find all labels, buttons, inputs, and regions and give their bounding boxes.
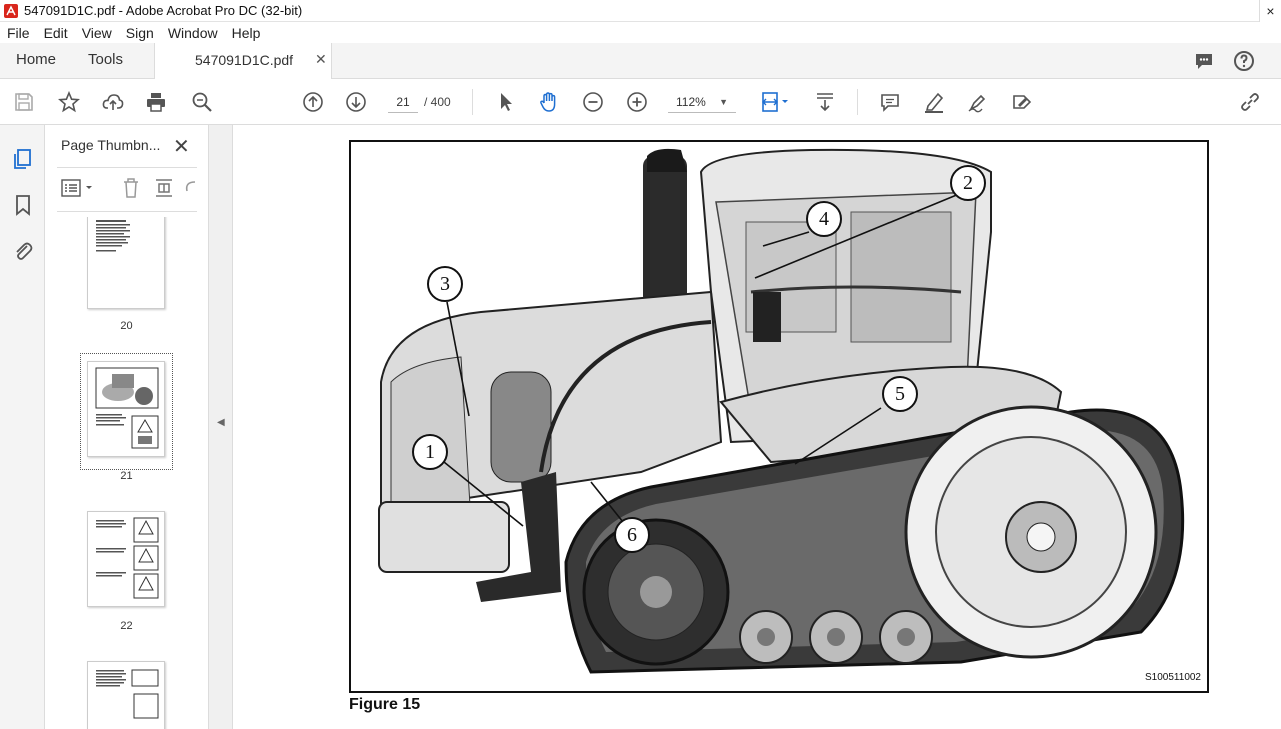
- acrobat-app-icon: [4, 3, 18, 18]
- menu-bar: File Edit View Sign Window Help: [0, 22, 1281, 43]
- menu-help[interactable]: Help: [225, 25, 268, 41]
- zoom-search-icon[interactable]: [190, 90, 214, 114]
- tab-close-icon[interactable]: ✕: [315, 51, 327, 68]
- tab-tools[interactable]: Tools: [88, 51, 123, 68]
- tractor-illustration: [378, 148, 1185, 674]
- fill-sign-icon[interactable]: [1010, 90, 1034, 114]
- fit-page-icon[interactable]: [759, 90, 793, 114]
- close-icon[interactable]: ✕: [173, 134, 190, 159]
- panel-collapse-handle[interactable]: ◀: [208, 125, 233, 729]
- figure-image: 1 2 3 4 5 6 S100511002: [349, 140, 1209, 693]
- panel-divider: [57, 211, 197, 212]
- page-thumbnail-image: [95, 367, 159, 449]
- help-icon[interactable]: [1233, 50, 1255, 72]
- thumbnail-page-number: 22: [120, 620, 133, 632]
- tab-home[interactable]: Home: [16, 51, 56, 68]
- upload-cloud-icon[interactable]: [101, 90, 125, 114]
- chevron-down-icon: ▼: [719, 97, 728, 107]
- figure-code: S100511002: [1145, 672, 1201, 683]
- sign-pen-icon[interactable]: [966, 90, 990, 114]
- options-menu-icon[interactable]: [61, 179, 95, 197]
- callout-3: 3: [427, 266, 463, 302]
- title-bar: 547091D1C.pdf - Adobe Acrobat Pro DC (32…: [0, 0, 1281, 22]
- window-title: 547091D1C.pdf - Adobe Acrobat Pro DC (32…: [24, 3, 303, 18]
- window-close-button[interactable]: ×: [1259, 0, 1281, 22]
- zoom-level-select[interactable]: 112% ▼: [668, 91, 736, 113]
- thumbnail-page[interactable]: [87, 217, 165, 309]
- share-link-icon[interactable]: [1238, 90, 1262, 114]
- menu-view[interactable]: View: [75, 25, 119, 41]
- panel-divider: [57, 167, 197, 168]
- main-toolbar: 21 / 400 112% ▼: [0, 79, 1281, 125]
- callout-2: 2: [950, 165, 986, 201]
- callout-4: 4: [806, 201, 842, 237]
- attachments-icon[interactable]: [11, 239, 35, 263]
- menu-window[interactable]: Window: [161, 25, 225, 41]
- tab-bar: Home Tools 547091D1C.pdf ✕: [0, 43, 1281, 79]
- save-icon[interactable]: [12, 90, 36, 114]
- bookmarks-icon[interactable]: [11, 193, 35, 217]
- zoom-out-icon[interactable]: [581, 90, 605, 114]
- page-thumbnails-icon[interactable]: [11, 147, 35, 171]
- hand-tool-icon[interactable]: [537, 90, 561, 114]
- zoom-level-value: 112%: [676, 95, 706, 109]
- left-navigation-rail: [0, 125, 45, 729]
- highlight-pen-icon[interactable]: [922, 90, 946, 114]
- bookmark-star-icon[interactable]: [57, 90, 81, 114]
- callout-6: 6: [614, 517, 650, 553]
- page-thumbnails-panel: Page Thumbn... ✕ 20 21 22 ▲ ▼: [45, 125, 247, 729]
- tab-document-label: 547091D1C.pdf: [195, 52, 294, 68]
- add-comment-icon[interactable]: [878, 90, 902, 114]
- collapse-arrow-icon[interactable]: ◀: [217, 417, 225, 428]
- panel-title: Page Thumbn...: [61, 137, 161, 153]
- rotate-icon[interactable]: [183, 179, 197, 197]
- thumbnail-page-number: 21: [120, 470, 133, 482]
- extract-pages-icon[interactable]: [153, 177, 175, 199]
- menu-edit[interactable]: Edit: [37, 25, 75, 41]
- delete-icon[interactable]: [121, 177, 141, 199]
- thumbnail-page[interactable]: [87, 361, 165, 457]
- page-thumbnail-image: [96, 220, 130, 252]
- scroll-mode-icon[interactable]: [813, 90, 837, 114]
- document-view: 1 2 3 4 5 6 S100511002 Figure 15: [233, 125, 1281, 729]
- thumbnail-tools: [57, 175, 197, 201]
- page-number-input[interactable]: 21: [388, 91, 418, 113]
- thumbnail-page[interactable]: [87, 661, 165, 729]
- menu-sign[interactable]: Sign: [119, 25, 161, 41]
- callout-5: 5: [882, 376, 918, 412]
- page-thumbnail-image: [96, 517, 159, 599]
- thumbnail-page[interactable]: [87, 511, 165, 607]
- prev-page-icon[interactable]: [301, 90, 325, 114]
- print-icon[interactable]: [144, 90, 168, 114]
- thumbnail-page-number: 20: [120, 320, 133, 332]
- callout-1: 1: [412, 434, 448, 470]
- thumbnail-list: 20 21 22: [45, 217, 208, 729]
- select-cursor-icon[interactable]: [494, 90, 518, 114]
- figure-caption: Figure 15: [349, 696, 421, 713]
- toolbar-divider: [472, 89, 473, 115]
- tab-document[interactable]: 547091D1C.pdf ✕: [154, 43, 332, 79]
- next-page-icon[interactable]: [344, 90, 368, 114]
- menu-file[interactable]: File: [0, 25, 37, 41]
- toolbar-divider: [857, 89, 858, 115]
- page-thumbnail-image: [96, 669, 159, 719]
- page-total: / 400: [424, 95, 451, 109]
- zoom-in-icon[interactable]: [625, 90, 649, 114]
- comment-bubble-icon[interactable]: [1193, 50, 1215, 72]
